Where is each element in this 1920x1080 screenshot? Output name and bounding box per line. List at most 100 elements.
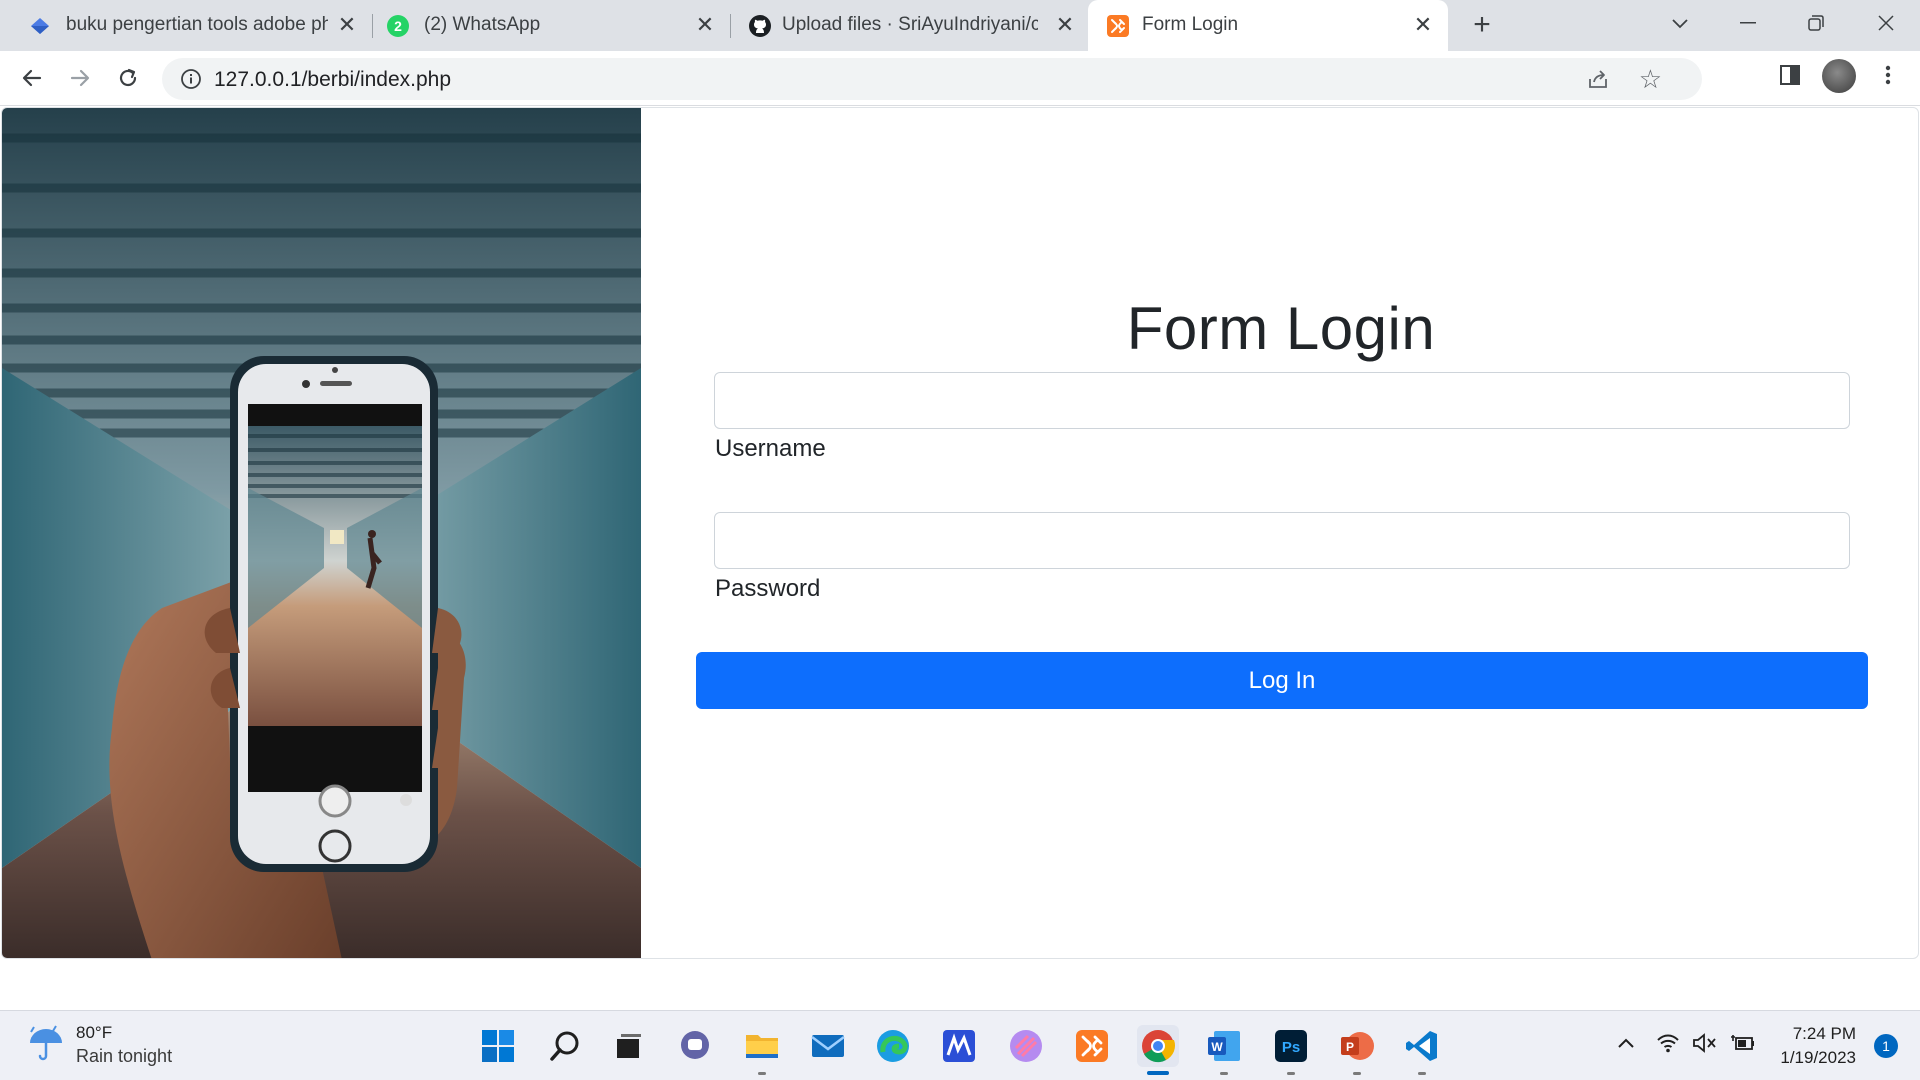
weather-widget[interactable]: 80°F Rain tonight [26,1023,172,1066]
password-label: Password [715,575,821,602]
windows-logo-icon [482,1030,514,1062]
word-icon: W [1208,1031,1240,1061]
share-icon[interactable] [1586,67,1610,91]
tab-form-login[interactable]: Form Login ✕ [1088,0,1448,51]
mail-button[interactable] [807,1025,849,1067]
running-indicator [1220,1072,1228,1075]
close-icon[interactable]: ✕ [334,12,360,38]
tab-title: buku pengertian tools adobe ph [66,14,328,35]
wifi-icon[interactable] [1656,1033,1680,1059]
app-ma-icon [943,1030,975,1062]
menu-kebab-icon[interactable] [1876,63,1900,87]
address-bar[interactable]: 127.0.0.1/berbi/index.php ☆ [162,58,1702,100]
forward-arrow-icon [70,69,90,87]
battery-charging-icon[interactable] [1730,1033,1756,1059]
new-tab-button[interactable]: + [1466,8,1498,41]
task-view-icon [617,1034,641,1058]
app-swirl-button[interactable] [1005,1025,1047,1067]
github-icon [748,14,772,38]
close-window-button[interactable] [1866,8,1906,38]
back-button[interactable] [14,60,50,96]
browser-tabstrip: buku pengertian tools adobe ph ✕ 2 (2) W… [0,0,1920,51]
page-viewport: Form Login Username Password Log In [0,107,1920,1010]
whatsapp-badge: 2 [394,18,402,34]
username-input[interactable] [714,372,1850,429]
xampp-button[interactable] [1071,1025,1113,1067]
system-clock[interactable]: 7:24 PM 1/19/2023 [1780,1022,1856,1070]
chrome-button[interactable] [1137,1025,1179,1075]
show-hidden-icons-chevron-icon[interactable] [1616,1033,1636,1056]
url-text: 127.0.0.1/berbi/index.php [214,68,452,91]
vscode-button[interactable] [1401,1025,1443,1075]
notification-badge[interactable]: 1 [1874,1034,1898,1058]
active-indicator [1147,1071,1169,1075]
login-card: Form Login Username Password Log In [1,107,1919,959]
vscode-icon [1406,1031,1437,1061]
word-button[interactable]: W [1203,1025,1245,1075]
tab-search-chevron-icon[interactable] [1660,8,1700,38]
password-input[interactable] [714,512,1850,569]
powerpoint-icon: P [1341,1032,1374,1060]
clock-date: 1/19/2023 [1780,1048,1856,1067]
xampp-icon [1106,14,1130,38]
browser-toolbar: 127.0.0.1/berbi/index.php ☆ [0,51,1920,106]
close-icon[interactable]: ✕ [1052,12,1078,38]
chrome-icon [1142,1030,1176,1063]
page-title: Form Login [1126,295,1436,362]
bookmark-star-icon[interactable]: ☆ [1639,64,1662,95]
tab-title: Form Login [1142,14,1239,35]
tab-whatsapp[interactable]: 2 (2) WhatsApp ✕ [362,0,732,51]
svg-text:Ps: Ps [1282,1039,1300,1056]
close-icon[interactable]: ✕ [1410,12,1436,38]
clock-time: 7:24 PM [1792,1024,1856,1043]
username-label: Username [715,435,826,462]
start-button[interactable] [477,1025,519,1067]
chat-icon [681,1031,709,1059]
reload-icon [119,68,137,87]
edge-icon [877,1030,909,1062]
folder-icon [746,1035,778,1058]
photoshop-button[interactable]: Ps [1270,1025,1312,1075]
restore-button[interactable] [1796,8,1836,38]
volume-muted-icon[interactable] [1692,1033,1718,1059]
diamond-icon [28,14,52,38]
weather-temperature: 80°F [76,1023,113,1042]
login-button[interactable]: Log In [696,652,1868,709]
running-indicator [758,1072,766,1075]
back-arrow-icon [22,69,42,87]
close-icon[interactable]: ✕ [692,12,718,38]
forward-button[interactable] [62,60,98,96]
task-view-button[interactable] [608,1025,650,1067]
login-form: Form Login Username Password Log In [642,108,1918,958]
file-explorer-button[interactable] [741,1025,783,1075]
app-ma-button[interactable] [938,1025,980,1067]
search-button[interactable] [544,1025,586,1067]
reload-button[interactable] [110,60,146,96]
edge-button[interactable] [872,1025,914,1067]
profile-avatar[interactable] [1822,59,1856,93]
site-info-icon[interactable] [180,68,202,90]
tab-github-upload[interactable]: Upload files · SriAyuIndriyani/cre ✕ [732,0,1088,51]
tab-buku-pengertian[interactable]: buku pengertian tools adobe ph ✕ [0,0,362,51]
minimize-button[interactable] [1728,8,1768,38]
svg-text:P: P [1346,1040,1354,1054]
running-indicator [1353,1072,1361,1075]
swirl-icon [1010,1030,1042,1062]
mail-icon [811,1035,845,1057]
tab-title: (2) WhatsApp [424,14,541,35]
running-indicator [1287,1072,1295,1075]
umbrella-rain-icon [30,1025,62,1061]
running-indicator [1418,1072,1426,1075]
side-panel-icon[interactable] [1778,63,1802,87]
weather-condition: Rain tonight [76,1046,173,1066]
svg-text:W: W [1211,1040,1223,1054]
xampp-icon [1076,1030,1108,1062]
tab-separator [730,14,731,38]
windows-taskbar: 80°F Rain tonight W Ps P 7:24 PM 1/19/20… [0,1010,1920,1080]
powerpoint-button[interactable]: P [1336,1025,1378,1075]
tab-title: Upload files · SriAyuIndriyani/cre [782,14,1038,35]
whatsapp-icon: 2 [386,14,410,38]
hero-photo [2,108,641,958]
teams-chat-button[interactable] [674,1025,716,1067]
photoshop-icon: Ps [1275,1030,1307,1062]
